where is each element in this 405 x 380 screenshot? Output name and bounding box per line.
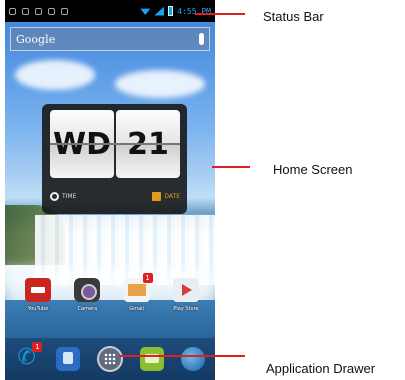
search-label: Google bbox=[16, 32, 56, 46]
signal-icon bbox=[154, 6, 165, 16]
status-bar-callout-line bbox=[195, 13, 245, 15]
notification-icons bbox=[9, 7, 68, 15]
app-label: Play Store bbox=[173, 306, 199, 312]
app-drawer-icon[interactable] bbox=[96, 346, 123, 372]
messaging-icon[interactable] bbox=[139, 347, 164, 371]
home-screen-callout-line bbox=[212, 166, 250, 168]
grid-dots-icon bbox=[103, 353, 116, 365]
usb-icon bbox=[9, 7, 16, 15]
notification-badge: 1 bbox=[142, 273, 153, 283]
contacts-icon[interactable] bbox=[56, 347, 81, 371]
app-play-store[interactable]: Play Store bbox=[165, 278, 207, 312]
browser-icon[interactable] bbox=[180, 347, 205, 371]
android-icon bbox=[61, 7, 68, 15]
app-drawer-callout-line bbox=[120, 355, 245, 357]
app-label: Gmail bbox=[129, 306, 144, 312]
sd-card-icon bbox=[48, 7, 55, 15]
status-bar-callout: Status Bar bbox=[263, 9, 324, 24]
clock-icon bbox=[50, 191, 59, 201]
app-camera[interactable]: Camera bbox=[66, 278, 108, 312]
time-button-label: TIME bbox=[62, 192, 77, 200]
voice-search-icon[interactable] bbox=[199, 33, 204, 45]
home-app-row: YouTube Camera 1 Gmail Play Store bbox=[17, 273, 207, 312]
wallpaper-cloud bbox=[115, 70, 205, 98]
google-search-bar[interactable]: Google bbox=[10, 27, 210, 51]
gmail-icon: 1 bbox=[123, 273, 153, 302]
date-button-label: DATE bbox=[164, 192, 180, 200]
app-label: YouTube bbox=[27, 306, 49, 312]
widget-buttons: TIME DATE bbox=[50, 186, 180, 206]
youtube-icon bbox=[25, 278, 51, 302]
notification-icon bbox=[22, 7, 29, 15]
time-button[interactable]: TIME bbox=[50, 186, 76, 206]
phone-screen: 4:55 PM Google WD 21 TIME DATE YouTube C… bbox=[5, 0, 215, 380]
app-drawer-callout: Application Drawer bbox=[266, 361, 376, 376]
camera-icon bbox=[74, 278, 101, 302]
download-icon bbox=[35, 7, 42, 15]
flip-clock-widget[interactable]: WD 21 TIME DATE bbox=[42, 104, 187, 214]
home-screen-callout: Home Screen bbox=[273, 162, 353, 177]
notification-badge: 1 bbox=[32, 342, 43, 352]
wallpaper-cloud bbox=[15, 60, 95, 90]
phone-icon[interactable]: 1 bbox=[15, 342, 43, 371]
play-store-icon bbox=[172, 278, 199, 302]
status-bar[interactable]: 4:55 PM bbox=[5, 0, 215, 22]
app-label: Camera bbox=[77, 306, 98, 312]
app-youtube[interactable]: YouTube bbox=[17, 278, 59, 312]
app-gmail[interactable]: 1 Gmail bbox=[116, 273, 158, 312]
flip-divider bbox=[50, 143, 180, 145]
calendar-icon bbox=[152, 191, 162, 201]
wifi-icon bbox=[140, 8, 151, 15]
date-button[interactable]: DATE bbox=[152, 186, 180, 206]
battery-icon bbox=[168, 6, 174, 16]
dock: 1 bbox=[5, 338, 215, 380]
